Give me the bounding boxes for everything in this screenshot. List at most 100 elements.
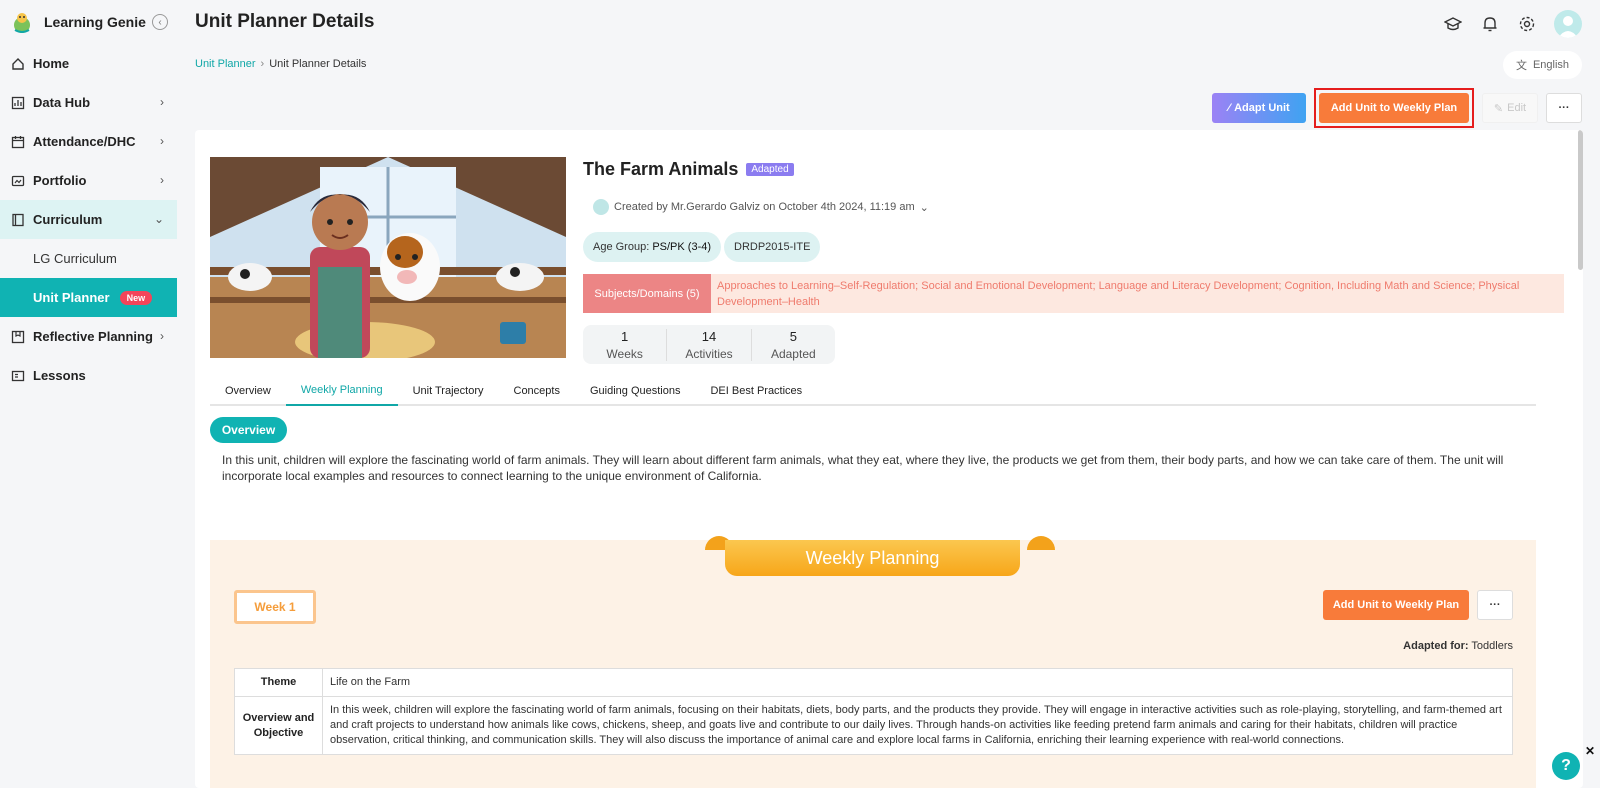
user-avatar[interactable] <box>1554 10 1582 38</box>
subjects-label: Subjects/Domains (5) <box>583 274 711 313</box>
more-options-button[interactable]: ··· <box>1546 93 1582 123</box>
stat-number: 5 <box>789 328 797 344</box>
sidebar-item-label: Lessons <box>33 368 86 383</box>
reflect-icon <box>11 330 25 344</box>
breadcrumb-unit-planner[interactable]: Unit Planner <box>195 58 256 70</box>
app-logo[interactable]: Learning Genie <box>10 10 146 34</box>
sidebar-item-label: LG Curriculum <box>33 251 117 266</box>
highlight-frame: Add Unit to Weekly Plan <box>1314 88 1474 128</box>
sidebar-item-reflective-planning[interactable]: Reflective Planning › <box>0 317 177 356</box>
sidebar-item-unit-planner[interactable]: Unit Planner New <box>0 278 177 317</box>
week-1-tab[interactable]: Week 1 <box>234 590 316 624</box>
sidebar-item-label: Data Hub <box>33 95 91 110</box>
stat-label: Adapted <box>770 346 816 361</box>
subjects-row: Subjects/Domains (5) Approaches to Learn… <box>583 274 1564 313</box>
add-unit-to-weekly-plan-button[interactable]: Add Unit to Weekly Plan <box>1319 93 1469 123</box>
home-icon <box>11 57 25 71</box>
adapt-unit-label: Adapt Unit <box>1234 102 1290 114</box>
sidebar-nav: Home Data Hub › Attendance/DHC › Portfol… <box>0 44 177 395</box>
logo-icon <box>14 13 30 33</box>
close-icon[interactable]: ✕ <box>1585 744 1595 758</box>
adapted-for: Adapted for: Toddlers <box>1403 640 1513 652</box>
unit-tabs: Overview Weekly Planning Unit Trajectory… <box>210 375 1536 406</box>
breadcrumb-current: Unit Planner Details <box>269 58 367 70</box>
magic-wand-icon: ⁄ <box>1228 102 1231 114</box>
sidebar-item-data-hub[interactable]: Data Hub › <box>0 83 177 122</box>
unit-title-text: The Farm Animals <box>583 159 739 179</box>
framework-pill: DRDP2015-ITE <box>724 232 821 262</box>
weekly-planning-panel: Weekly Planning Week 1 Add Unit to Weekl… <box>210 536 1536 788</box>
unit-detail-card: The Farm Animals Adapted Created by Mr.G… <box>195 130 1583 788</box>
edit-button[interactable]: ✎ Edit <box>1482 93 1538 123</box>
creator-avatar <box>593 199 609 215</box>
table-row: Theme Life on the Farm <box>234 668 1513 697</box>
breadcrumb: Unit Planner › Unit Planner Details <box>195 58 366 70</box>
unit-cover-image <box>210 157 566 358</box>
creator-text: Created by Mr.Gerardo Galviz on October … <box>614 201 915 213</box>
adapt-unit-button[interactable]: ⁄ Adapt Unit <box>1212 93 1306 123</box>
portfolio-icon <box>11 174 25 188</box>
sidebar-item-lg-curriculum[interactable]: LG Curriculum <box>0 239 177 278</box>
week-add-to-weekly-plan-button[interactable]: Add Unit to Weekly Plan <box>1323 590 1469 620</box>
tab-concepts[interactable]: Concepts <box>499 375 575 406</box>
language-selector[interactable]: 文 English <box>1503 51 1582 79</box>
chart-icon <box>11 96 25 110</box>
row-value: In this week, children will explore the … <box>322 696 1513 755</box>
sidebar-item-label: Attendance/DHC <box>33 134 136 149</box>
help-button[interactable]: ? <box>1552 752 1580 780</box>
adapted-for-label: Adapted for: <box>1403 640 1469 652</box>
tab-unit-trajectory[interactable]: Unit Trajectory <box>398 375 499 406</box>
sidebar-item-portfolio[interactable]: Portfolio › <box>0 161 177 200</box>
sidebar-item-label: Curriculum <box>33 212 103 227</box>
sidebar-item-label: Home <box>33 56 70 71</box>
tab-guiding-questions[interactable]: Guiding Questions <box>575 375 696 406</box>
overview-heading: Overview <box>210 417 287 443</box>
sidebar-item-curriculum[interactable]: Curriculum ⌄ <box>0 200 177 239</box>
sidebar-item-lessons[interactable]: Lessons <box>0 356 177 395</box>
stat-label: Activities <box>685 346 733 361</box>
tab-weekly-planning[interactable]: Weekly Planning <box>285 375 398 406</box>
bell-icon[interactable] <box>1480 14 1500 34</box>
stat-number: 1 <box>621 328 629 344</box>
page-title: Unit Planner Details <box>195 11 375 32</box>
edit-icon: ✎ <box>1493 102 1504 115</box>
graduation-cap-icon[interactable] <box>1443 14 1463 34</box>
table-row: Overview and Objective In this week, chi… <box>234 696 1513 755</box>
adapted-for-value: Toddlers <box>1471 640 1513 652</box>
collapse-sidebar-icon[interactable]: ‹ <box>152 14 168 30</box>
weekly-planning-ribbon: Weekly Planning <box>725 540 1020 576</box>
adapted-tag: Adapted <box>746 163 794 176</box>
creator-info[interactable]: Created by Mr.Gerardo Galviz on October … <box>593 199 929 215</box>
book-icon <box>11 213 25 227</box>
stat-weeks: 1 Weeks <box>583 328 668 361</box>
stat-label: Weeks <box>606 346 643 361</box>
stat-number: 14 <box>701 328 717 344</box>
tab-overview[interactable]: Overview <box>210 375 286 406</box>
scrollbar[interactable] <box>1578 130 1583 270</box>
lessons-icon <box>11 369 25 383</box>
tab-dei-best-practices[interactable]: DEI Best Practices <box>695 375 817 406</box>
chevron-right-icon: › <box>160 134 164 148</box>
breadcrumb-separator: › <box>260 58 265 70</box>
sidebar-item-attendance[interactable]: Attendance/DHC › <box>0 122 177 161</box>
new-badge: New <box>119 290 153 305</box>
unit-title: The Farm Animals Adapted <box>583 159 794 180</box>
app-name: Learning Genie <box>44 14 146 30</box>
action-bar: ⁄ Adapt Unit Add Unit to Weekly Plan ✎ E… <box>1212 88 1582 128</box>
week-actions: Add Unit to Weekly Plan ··· <box>1323 590 1513 620</box>
sidebar-item-label: Portfolio <box>33 173 87 188</box>
language-label: English <box>1532 59 1570 71</box>
age-group-pill: Age Group: PS/PK (3-4) <box>583 232 722 262</box>
sidebar-item-label: Unit Planner <box>33 290 110 305</box>
chevron-right-icon: › <box>160 329 164 343</box>
week-detail-table: Theme Life on the Farm Overview and Obje… <box>234 668 1513 755</box>
gear-icon[interactable] <box>1517 14 1537 34</box>
sidebar-item-home[interactable]: Home <box>0 44 177 83</box>
chevron-down-icon: ⌄ <box>153 212 164 226</box>
week-more-options-button[interactable]: ··· <box>1477 590 1513 620</box>
subjects-text: Approaches to Learning–Self-Regulation; … <box>717 280 1520 308</box>
calendar-icon <box>11 135 25 149</box>
stat-activities: 14 Activities <box>667 328 752 361</box>
unit-stats: 1 Weeks 14 Activities 5 Adapted <box>583 325 835 364</box>
chevron-down-icon: ⌄ <box>919 201 929 214</box>
